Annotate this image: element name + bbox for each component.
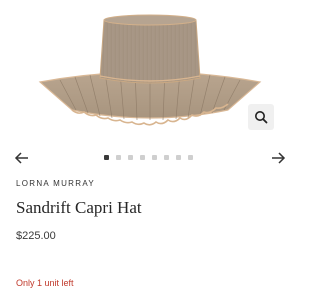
product-price: $225.00 (16, 230, 56, 242)
product-brand: LORNA MURRAY (16, 179, 96, 188)
arrow-right-icon (272, 152, 286, 164)
pagination-dot[interactable] (152, 155, 157, 160)
pagination-dot[interactable] (164, 155, 169, 160)
gallery-pagination (104, 155, 193, 160)
search-icon (255, 111, 268, 124)
next-image-button[interactable] (270, 150, 286, 166)
product-title: Sandrift Capri Hat (16, 198, 142, 217)
pagination-dot[interactable] (116, 155, 121, 160)
pagination-dot[interactable] (104, 155, 109, 160)
stock-note: Only 1 unit left (16, 278, 74, 288)
pagination-dot[interactable] (140, 155, 145, 160)
arrow-left-icon (14, 152, 28, 164)
pagination-dot[interactable] (188, 155, 193, 160)
pagination-dot[interactable] (128, 155, 133, 160)
zoom-button[interactable] (248, 104, 274, 130)
pagination-dot[interactable] (176, 155, 181, 160)
previous-image-button[interactable] (14, 150, 30, 166)
